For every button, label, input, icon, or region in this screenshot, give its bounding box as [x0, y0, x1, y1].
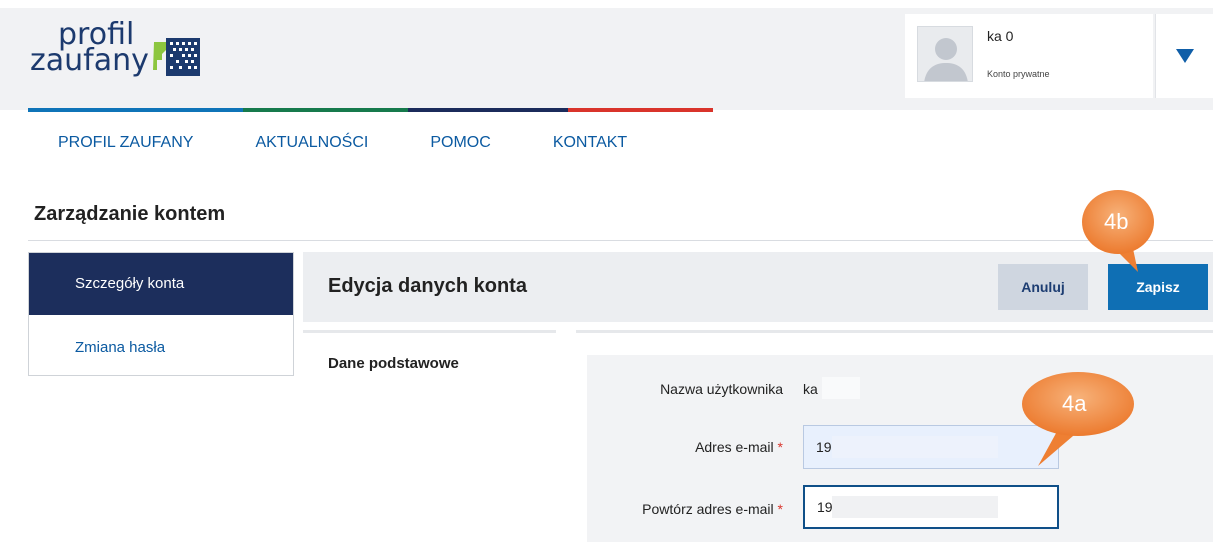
divider	[303, 330, 556, 333]
sidebar: Szczegóły konta Zmiana hasła	[28, 252, 294, 376]
section-title: Dane podstawowe	[328, 355, 459, 372]
nav-profil-zaufany[interactable]: PROFIL ZAUFANY	[58, 134, 193, 158]
callout-4a: 4a	[1018, 368, 1138, 478]
logo-mark-icon	[153, 38, 200, 76]
sidebar-item-change-password[interactable]: Zmiana hasła	[29, 315, 293, 377]
nav-kontakt[interactable]: KONTAKT	[553, 134, 627, 158]
required-marker: *	[777, 501, 783, 517]
redaction-mask	[832, 496, 998, 518]
callout-label: 4a	[1062, 391, 1087, 416]
email-repeat-label: Powtórz adres e-mail *	[583, 501, 783, 517]
logo-text: profil zaufany	[30, 20, 149, 78]
sidebar-item-label: Zmiana hasła	[75, 339, 166, 356]
username-value: ka	[803, 381, 818, 397]
triangle-down-icon	[1175, 49, 1194, 63]
callout-label: 4b	[1104, 209, 1129, 234]
header-stripe-red	[568, 108, 713, 112]
account-type: Konto prywatne	[987, 69, 1050, 79]
nav-pomoc[interactable]: POMOC	[430, 134, 490, 158]
header-stripe-green	[243, 108, 408, 112]
user-name: ka 0	[987, 28, 1014, 44]
divider	[28, 240, 1213, 241]
user-silhouette-icon	[917, 26, 973, 82]
panel-title: Edycja danych konta	[328, 275, 527, 297]
redaction-mask	[832, 436, 998, 458]
callout-4b: 4b	[1078, 182, 1158, 282]
sidebar-item-account-details[interactable]: Szczegóły konta	[29, 253, 293, 315]
nav-aktualnosci[interactable]: AKTUALNOŚCI	[255, 134, 368, 158]
header-stripe-blue	[28, 108, 243, 112]
redaction-mask	[822, 377, 860, 399]
main-navigation: PROFIL ZAUFANY AKTUALNOŚCI POMOC KONTAKT	[58, 134, 689, 158]
user-account-box[interactable]: ka 0 Konto prywatne	[905, 14, 1153, 98]
divider	[576, 330, 1213, 333]
header-stripe-navy	[408, 108, 568, 112]
panel-header: Edycja danych konta Anuluj Zapisz	[303, 252, 1213, 322]
email-label: Adres e-mail *	[583, 439, 783, 455]
account-menu-toggle[interactable]	[1155, 14, 1213, 98]
sidebar-item-label: Szczegóły konta	[75, 275, 185, 292]
page-title: Zarządzanie kontem	[34, 203, 226, 225]
header: profil zaufany ka 0 Konto prywatne	[0, 0, 1213, 110]
callout-bubble-icon	[1022, 372, 1134, 466]
logo[interactable]: profil zaufany	[30, 20, 260, 102]
email-label-text: Adres e-mail	[695, 439, 774, 455]
logo-line-2: zaufany	[30, 43, 149, 78]
email-repeat-label-text: Powtórz adres e-mail	[642, 501, 774, 517]
username-label-text: Nazwa użytkownika	[660, 381, 783, 397]
username-label: Nazwa użytkownika	[583, 381, 783, 397]
required-marker: *	[777, 439, 783, 455]
cancel-button[interactable]: Anuluj	[998, 264, 1088, 310]
